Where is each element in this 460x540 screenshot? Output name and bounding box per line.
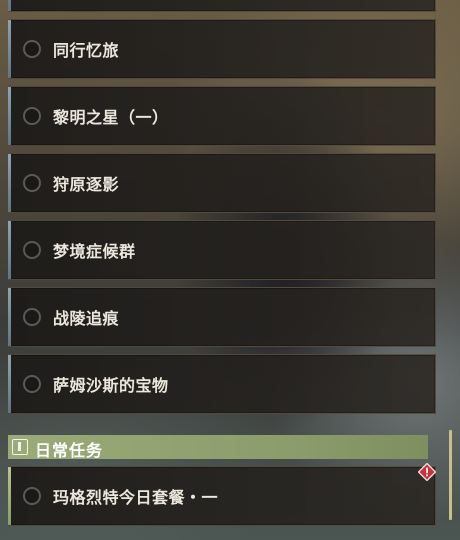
quest-card[interactable]: 战陵追痕	[8, 287, 436, 347]
daily-quest-card[interactable]: 玛格烈特今日套餐・一	[8, 466, 436, 526]
quest-title: 玛格烈特今日套餐・一	[53, 488, 219, 507]
quest-radio-icon[interactable]	[23, 40, 41, 58]
quest-card[interactable]: 黎明之星（一）	[8, 86, 436, 146]
quest-title: 萨姆沙斯的宝物	[53, 376, 169, 395]
warning-diamond-icon	[418, 463, 436, 481]
quest-card[interactable]: 同行忆旅	[8, 19, 436, 79]
quest-radio-icon[interactable]	[23, 308, 41, 326]
daily-quests-title: 日常任务	[35, 441, 104, 460]
quest-radio-icon[interactable]	[23, 375, 41, 393]
scrollbar-thumb[interactable]	[449, 430, 452, 520]
quest-title: 狩原逐影	[53, 175, 120, 194]
quest-title: 梦境症候群	[53, 242, 136, 261]
quest-radio-icon[interactable]	[23, 241, 41, 259]
quest-list: 同行忆旅 黎明之星（一） 狩原逐影 梦境症候群 战陵追痕 萨姆沙斯的宝物 日常任…	[0, 0, 460, 540]
quest-radio-icon[interactable]	[23, 487, 41, 505]
quest-card[interactable]: 狩原逐影	[8, 153, 436, 213]
quest-card[interactable]: 梦境症候群	[8, 220, 436, 280]
exclamation-box-icon	[12, 439, 28, 455]
quest-title: 同行忆旅	[53, 41, 120, 60]
quest-radio-icon[interactable]	[23, 107, 41, 125]
quest-card-partial[interactable]	[8, 0, 436, 12]
quest-title: 战陵追痕	[53, 309, 120, 328]
quest-radio-icon[interactable]	[23, 174, 41, 192]
daily-quests-header: 日常任务	[8, 435, 428, 460]
quest-title: 黎明之星（一）	[53, 108, 169, 127]
quest-card[interactable]: 萨姆沙斯的宝物	[8, 354, 436, 414]
